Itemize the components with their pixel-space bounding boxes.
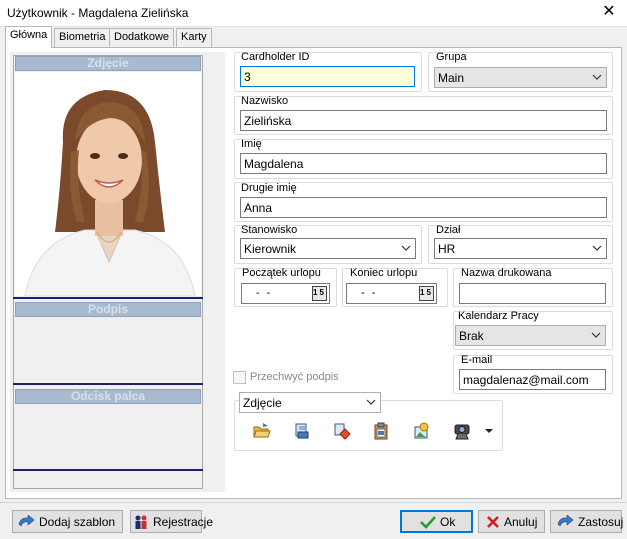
divider [13, 469, 203, 471]
poczatek-urlopu-label: Początek urlopu [242, 267, 321, 279]
webcam-icon[interactable] [453, 422, 471, 440]
window-title: Użytkownik - Magdalena Zielińska [7, 6, 189, 20]
people-icon [135, 515, 147, 529]
imie-label: Imię [241, 138, 262, 150]
checkmark-icon [420, 515, 436, 529]
stanowisko-value: Kierownik [244, 242, 297, 256]
email-label: E-mail [461, 354, 493, 366]
koniec-urlopu-input[interactable]: - - 15 [346, 283, 437, 304]
caret-down-icon[interactable] [484, 426, 494, 436]
footer-divider [0, 502, 627, 503]
title-bar: Użytkownik - Magdalena Zielińska ✕ [0, 0, 627, 27]
koniec-urlopu-value: - - [361, 287, 378, 299]
dzial-label: Dział [436, 224, 461, 236]
dzial-select[interactable]: HR [434, 238, 607, 259]
paste-icon[interactable] [372, 422, 390, 440]
chevron-down-icon [592, 74, 602, 80]
tab-biometria[interactable]: Biometria [54, 28, 111, 47]
chevron-down-icon [591, 332, 601, 338]
image-type-value: Zdjęcie [243, 396, 282, 410]
stanowisko-select[interactable]: Kierownik [240, 238, 416, 259]
ok-button[interactable]: Ok [400, 510, 473, 533]
open-folder-icon[interactable] [253, 422, 271, 440]
nazwisko-label: Nazwisko [241, 95, 289, 107]
cardholder-id-input[interactable]: 3 [240, 66, 415, 87]
imie-input[interactable]: Magdalena [240, 153, 607, 174]
divider [13, 297, 203, 299]
refresh-arrow-icon [18, 514, 35, 527]
fingerprint-header: Odcisk palca [15, 389, 201, 404]
zastosuj-label: Zastosuj [578, 514, 624, 529]
chevron-down-icon [592, 245, 602, 251]
edit-image-icon[interactable] [413, 422, 431, 440]
image-type-select[interactable]: Zdjęcie [239, 392, 381, 413]
eraser-icon[interactable] [333, 422, 351, 440]
divider [13, 383, 203, 385]
zastosuj-button[interactable]: Zastosuj [550, 510, 624, 533]
rejestracje-button[interactable]: Rejestracje [130, 510, 213, 533]
cardholder-id-label: Cardholder ID [241, 51, 310, 63]
fingerprint-area[interactable] [15, 405, 201, 468]
dodaj-szablon-label: Dodaj szablon [39, 514, 116, 529]
tab-glowna[interactable]: Główna [5, 26, 53, 48]
nazwisko-input[interactable]: Zielińska [240, 110, 607, 131]
chevron-down-icon [401, 245, 411, 251]
nazwa-drukowana-label: Nazwa drukowana [461, 267, 552, 279]
anuluj-label: Anuluj [504, 514, 538, 529]
przechwyc-podpis-checkbox[interactable] [233, 371, 246, 384]
nazwa-drukowana-input[interactable] [459, 283, 606, 304]
grupa-value: Main [438, 71, 465, 85]
signature-area[interactable] [15, 318, 201, 382]
przechwyc-podpis-label: Przechwyć podpis [250, 371, 339, 383]
kalendarz-pracy-value: Brak [459, 329, 484, 343]
drugie-imie-input[interactable]: Anna [240, 197, 607, 218]
dzial-value: HR [438, 242, 456, 256]
calendar-icon[interactable]: 15 [419, 286, 434, 301]
koniec-urlopu-label: Koniec urlopu [350, 267, 418, 279]
drugie-imie-label: Drugie imię [241, 182, 297, 194]
close-icon[interactable]: ✕ [601, 3, 617, 21]
email-input[interactable]: magdalenaz@mail.com [459, 369, 606, 390]
poczatek-urlopu-value: - - [256, 287, 273, 299]
portrait-image [15, 72, 201, 296]
poczatek-urlopu-input[interactable]: - - 15 [241, 283, 330, 304]
calendar-icon[interactable]: 15 [312, 286, 327, 301]
rejestracje-label: Rejestracje [153, 514, 214, 529]
chevron-down-icon [366, 399, 376, 405]
ok-label: Ok [440, 514, 456, 529]
tab-dodatkowe[interactable]: Dodatkowe [109, 28, 175, 47]
tab-karty[interactable]: Karty [176, 28, 212, 47]
grupa-label: Grupa [436, 51, 467, 63]
photo-header: Zdjęcie [15, 56, 201, 71]
grupa-select[interactable]: Main [434, 67, 607, 88]
stanowisko-label: Stanowisko [241, 224, 298, 236]
kalendarz-pracy-label: Kalendarz Pracy [458, 310, 539, 322]
cancel-x-icon [487, 515, 499, 528]
kalendarz-pracy-select[interactable]: Brak [455, 325, 606, 346]
apply-arrow-icon [557, 514, 574, 527]
scan-icon[interactable] [293, 422, 311, 440]
anuluj-button[interactable]: Anuluj [478, 510, 545, 533]
user-photo[interactable] [15, 72, 201, 296]
dodaj-szablon-button[interactable]: Dodaj szablon [12, 510, 123, 533]
signature-header: Podpis [15, 302, 201, 317]
